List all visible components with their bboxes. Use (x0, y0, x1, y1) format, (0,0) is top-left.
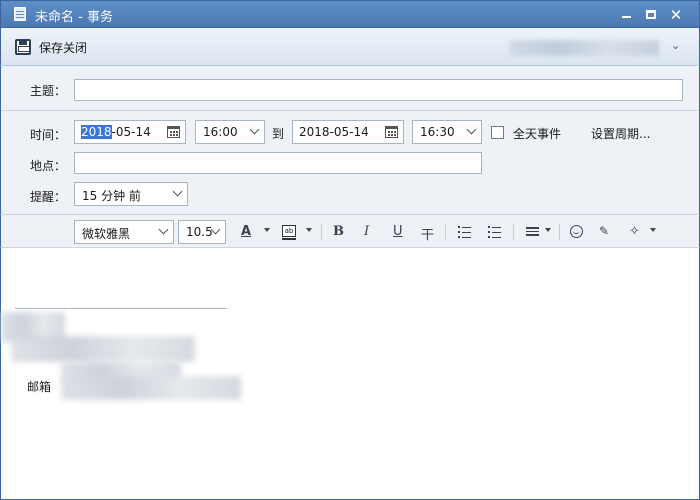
underline-icon[interactable]: U (393, 224, 403, 239)
numbered-list-icon[interactable] (488, 226, 501, 238)
font-size-value: 10.5 (186, 225, 213, 239)
reminder-label: 提醒： (30, 190, 67, 204)
start-date-rest: -05-14 (111, 125, 151, 139)
font-color-icon[interactable]: A (241, 224, 251, 239)
redacted-signature (11, 336, 195, 362)
align-icon[interactable] (526, 227, 539, 238)
end-date-picker[interactable]: 2018-05-14 (292, 120, 404, 144)
body-editor[interactable]: 邮箱 (0, 248, 700, 500)
highlight-icon[interactable]: ab (282, 225, 296, 240)
start-time-value: 16:00 (203, 125, 238, 139)
redacted-account (509, 40, 659, 56)
magic-wand-icon[interactable]: ✧ (629, 224, 640, 239)
event-form: 主题： 时间： 2018-05-14 16:00 到 2018-05-14 16… (0, 66, 700, 214)
start-time-select[interactable]: 16:00 (195, 120, 265, 144)
format-painter-icon[interactable]: ✎ (599, 224, 609, 238)
toolbar: 保存关闭 ⌄ (0, 28, 700, 66)
reminder-value: 15 分钟 前 (82, 189, 141, 203)
all-day-checkbox[interactable] (491, 126, 504, 139)
minimize-button[interactable] (618, 7, 634, 23)
form-divider (1, 110, 699, 111)
end-date-value: 2018-05-14 (299, 125, 369, 139)
close-button[interactable]: ✕ (668, 7, 684, 23)
location-input[interactable] (74, 152, 482, 174)
to-label: 到 (272, 127, 285, 141)
maximize-button[interactable] (643, 7, 659, 23)
document-icon (14, 7, 26, 21)
italic-icon[interactable]: I (364, 224, 369, 239)
calendar-icon[interactable] (385, 126, 398, 138)
save-close-label: 保存关闭 (39, 40, 88, 55)
chevron-down-icon (158, 224, 169, 235)
font-size-select[interactable]: 10.5 (178, 220, 226, 244)
signature-email-label: 邮箱 (27, 380, 52, 394)
separator (321, 224, 322, 240)
maximize-icon (646, 10, 656, 19)
separator (513, 224, 514, 240)
strikethrough-icon[interactable]: 干 (421, 224, 434, 243)
subject-input[interactable] (74, 79, 683, 101)
start-date-year-selection: 2018 (81, 125, 112, 139)
separator (445, 224, 446, 240)
time-label: 时间： (30, 128, 67, 142)
subject-label: 主题： (30, 84, 67, 98)
location-label: 地点： (30, 159, 67, 173)
magic-wand-dropdown-icon[interactable] (650, 228, 656, 232)
recurrence-link[interactable]: 设置周期... (591, 125, 650, 142)
bullet-list-icon[interactable] (458, 226, 471, 238)
end-time-value: 16:30 (420, 125, 455, 139)
save-icon (15, 39, 31, 55)
emoji-icon[interactable] (570, 225, 583, 238)
reminder-select[interactable]: 15 分钟 前 (74, 182, 188, 206)
font-family-value: 微软雅黑 (82, 227, 131, 241)
save-close-button[interactable]: 保存关闭 (15, 36, 87, 58)
font-color-dropdown-icon[interactable] (264, 228, 270, 232)
minimize-icon (622, 16, 631, 18)
chevron-down-icon[interactable]: ⌄ (671, 39, 680, 52)
highlight-dropdown-icon[interactable] (306, 228, 312, 232)
title-bar: 未命名 - 事务 ✕ (0, 0, 700, 28)
font-family-select[interactable]: 微软雅黑 (74, 220, 174, 244)
bold-icon[interactable]: B (333, 224, 344, 239)
chevron-down-icon (172, 186, 183, 197)
align-dropdown-icon[interactable] (545, 228, 551, 232)
format-toolbar: 微软雅黑 10.5 A ab B I U 干 ✎ ✧ (0, 214, 700, 248)
signature-divider (15, 308, 227, 309)
calendar-icon[interactable] (167, 126, 180, 138)
separator (559, 224, 560, 240)
redacted-email (61, 376, 241, 400)
window-title: 未命名 - 事务 (35, 10, 113, 25)
all-day-label[interactable]: 全天事件 (513, 125, 561, 142)
start-date-picker[interactable]: 2018-05-14 (74, 120, 186, 144)
chevron-down-icon (466, 124, 477, 135)
start-date-value: 2018-05-14 (81, 125, 151, 139)
end-time-select[interactable]: 16:30 (412, 120, 482, 144)
chevron-down-icon (249, 124, 260, 135)
